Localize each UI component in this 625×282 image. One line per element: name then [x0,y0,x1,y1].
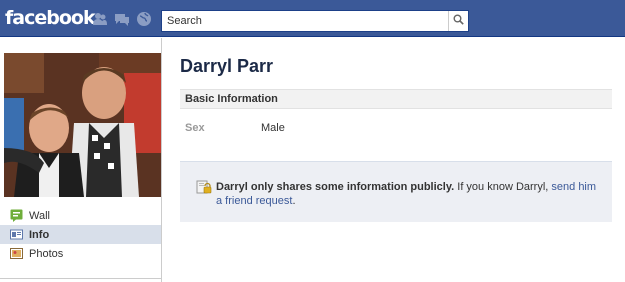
basic-info-header: Basic Information [180,89,612,109]
search-icon [453,14,464,28]
notifications-globe-icon[interactable] [136,11,152,27]
search-button[interactable] [448,11,468,31]
notice-end-text: . [292,195,296,207]
facebook-logo[interactable]: facebook [5,7,96,29]
profile-name[interactable]: Darryl Parr [180,56,273,77]
messages-icon[interactable] [114,11,130,27]
friend-requests-icon[interactable] [92,11,108,27]
notice-bold-text: Darryl only shares some information publ… [216,181,455,193]
notice-text: Darryl only shares some information publ… [216,180,601,208]
profile-picture[interactable] [4,53,161,197]
notice-body-text: If you know Darryl, [454,181,552,193]
left-column: Wall Info Photos [0,38,162,282]
nav-divider [0,278,161,279]
privacy-notice: Darryl only shares some information publ… [180,161,612,222]
sidebar-item-label: Wall [29,209,50,222]
search-box [161,10,469,32]
sidebar-item-wall[interactable]: Wall [0,206,161,225]
info-icon [10,228,23,241]
wall-icon [10,209,23,222]
lock-icon [196,180,212,194]
info-value: Male [261,122,285,134]
photos-icon [10,247,23,260]
sidebar-item-label: Info [29,228,50,241]
top-bar: facebook [0,0,625,37]
profile-nav: Wall Info Photos [0,206,161,263]
info-label: Sex [185,122,205,134]
sidebar-item-photos[interactable]: Photos [0,244,161,263]
search-input[interactable] [162,11,448,31]
sidebar-item-info[interactable]: Info [0,225,161,244]
sidebar-item-label: Photos [29,247,64,260]
